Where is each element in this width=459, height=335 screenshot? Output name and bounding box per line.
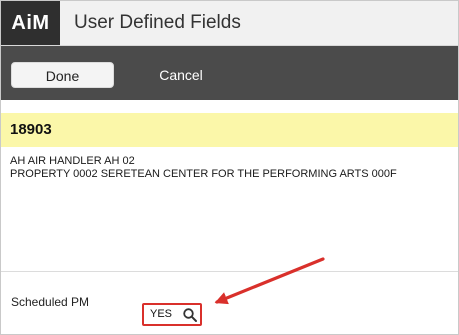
description-line-2: PROPERTY 0002 SERETEAN CENTER FOR THE PE…: [10, 168, 397, 180]
record-id: 18903: [10, 121, 52, 138]
search-icon[interactable]: [182, 307, 198, 323]
done-button[interactable]: Done: [11, 62, 114, 88]
section-divider: [1, 271, 458, 272]
record-description: AH AIR HANDLER AH 02 PROPERTY 0002 SERET…: [10, 155, 450, 181]
cancel-button[interactable]: Cancel: [141, 62, 221, 88]
description-line-1: AH AIR HANDLER AH 02: [10, 155, 135, 167]
header-bar: AiM User Defined Fields: [1, 1, 458, 46]
scheduled-pm-label: Scheduled PM: [11, 295, 90, 309]
record-banner: 18903: [1, 113, 458, 147]
page-title: User Defined Fields: [74, 12, 241, 33]
app-window: AiM User Defined Fields Done Cancel 1890…: [0, 0, 459, 335]
scheduled-pm-value: YES: [150, 308, 173, 320]
toolbar: Done Cancel: [1, 46, 458, 100]
scheduled-pm-field[interactable]: YES: [142, 303, 202, 326]
app-logo: AiM: [1, 1, 60, 45]
